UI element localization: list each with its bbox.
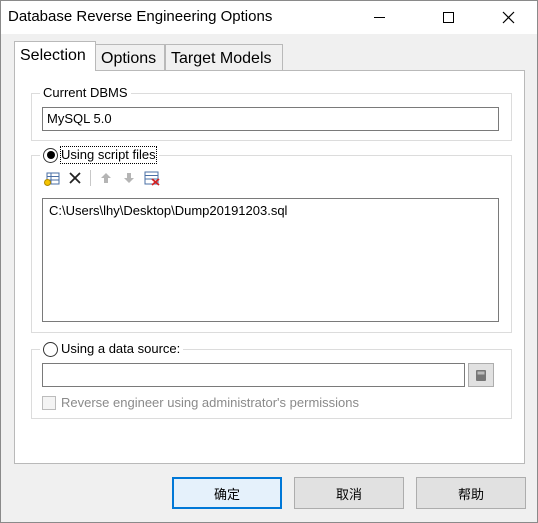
data-source-radio-button[interactable] xyxy=(43,341,58,357)
add-files-button[interactable] xyxy=(42,168,62,188)
cancel-button[interactable]: 取消 xyxy=(294,477,404,509)
admin-permissions-checkbox[interactable] xyxy=(42,395,56,410)
list-item[interactable]: C:\Users\lhy\Desktop\Dump20191203.sql xyxy=(49,203,492,218)
script-files-radio-button[interactable] xyxy=(43,147,58,163)
clear-all-button[interactable] xyxy=(142,168,162,188)
script-files-list[interactable]: C:\Users\lhy\Desktop\Dump20191203.sql xyxy=(42,198,499,322)
script-files-toolbar xyxy=(42,168,165,188)
selection-tab-panel: Current DBMS MySQL 5.0 Using script file… xyxy=(14,70,525,464)
move-down-icon xyxy=(124,173,134,183)
current-dbms-group: Current DBMS MySQL 5.0 xyxy=(31,85,512,141)
clear-all-icon xyxy=(144,171,160,186)
move-down-button[interactable] xyxy=(119,168,139,188)
minimize-icon xyxy=(373,17,385,18)
maximize-button[interactable] xyxy=(425,1,471,34)
data-source-radio-label: Using a data source: xyxy=(61,341,181,356)
minimize-button[interactable] xyxy=(356,1,402,34)
dialog-window: Database Reverse Engineering Options Sel… xyxy=(0,0,538,523)
current-dbms-label: Current DBMS xyxy=(40,85,131,101)
data-source-radio[interactable]: Using a data source: xyxy=(40,341,184,357)
script-files-group: Using script files C:\Users\lhy\Desktop\… xyxy=(31,146,512,333)
ok-button[interactable]: 确定 xyxy=(172,477,282,509)
admin-permissions-label: Reverse engineer using administrator's p… xyxy=(61,395,360,410)
add-files-icon xyxy=(44,172,60,186)
tab-options[interactable]: Options xyxy=(95,44,165,71)
move-up-button[interactable] xyxy=(96,168,116,188)
script-files-radio[interactable]: Using script files xyxy=(40,146,159,164)
data-source-field[interactable] xyxy=(42,363,465,387)
close-icon xyxy=(502,11,514,24)
script-files-radio-label: Using script files xyxy=(60,146,157,164)
maximize-icon xyxy=(442,12,454,23)
toolbar-separator xyxy=(90,170,91,186)
database-icon xyxy=(476,369,486,381)
current-dbms-field[interactable]: MySQL 5.0 xyxy=(42,107,499,131)
close-button[interactable] xyxy=(485,1,531,34)
move-up-icon xyxy=(101,173,111,183)
help-button[interactable]: 帮助 xyxy=(416,477,526,509)
tab-selection[interactable]: Selection xyxy=(14,41,96,71)
admin-permissions-option: Reverse engineer using administrator's p… xyxy=(42,395,359,410)
delete-button[interactable] xyxy=(65,168,85,188)
browse-data-source-button[interactable] xyxy=(468,363,494,387)
data-source-group: Using a data source: Reverse engineer us… xyxy=(31,341,512,419)
window-title: Database Reverse Engineering Options xyxy=(8,8,273,25)
delete-icon xyxy=(69,172,81,184)
tab-target-models[interactable]: Target Models xyxy=(165,44,283,71)
title-bar: Database Reverse Engineering Options xyxy=(1,1,537,34)
